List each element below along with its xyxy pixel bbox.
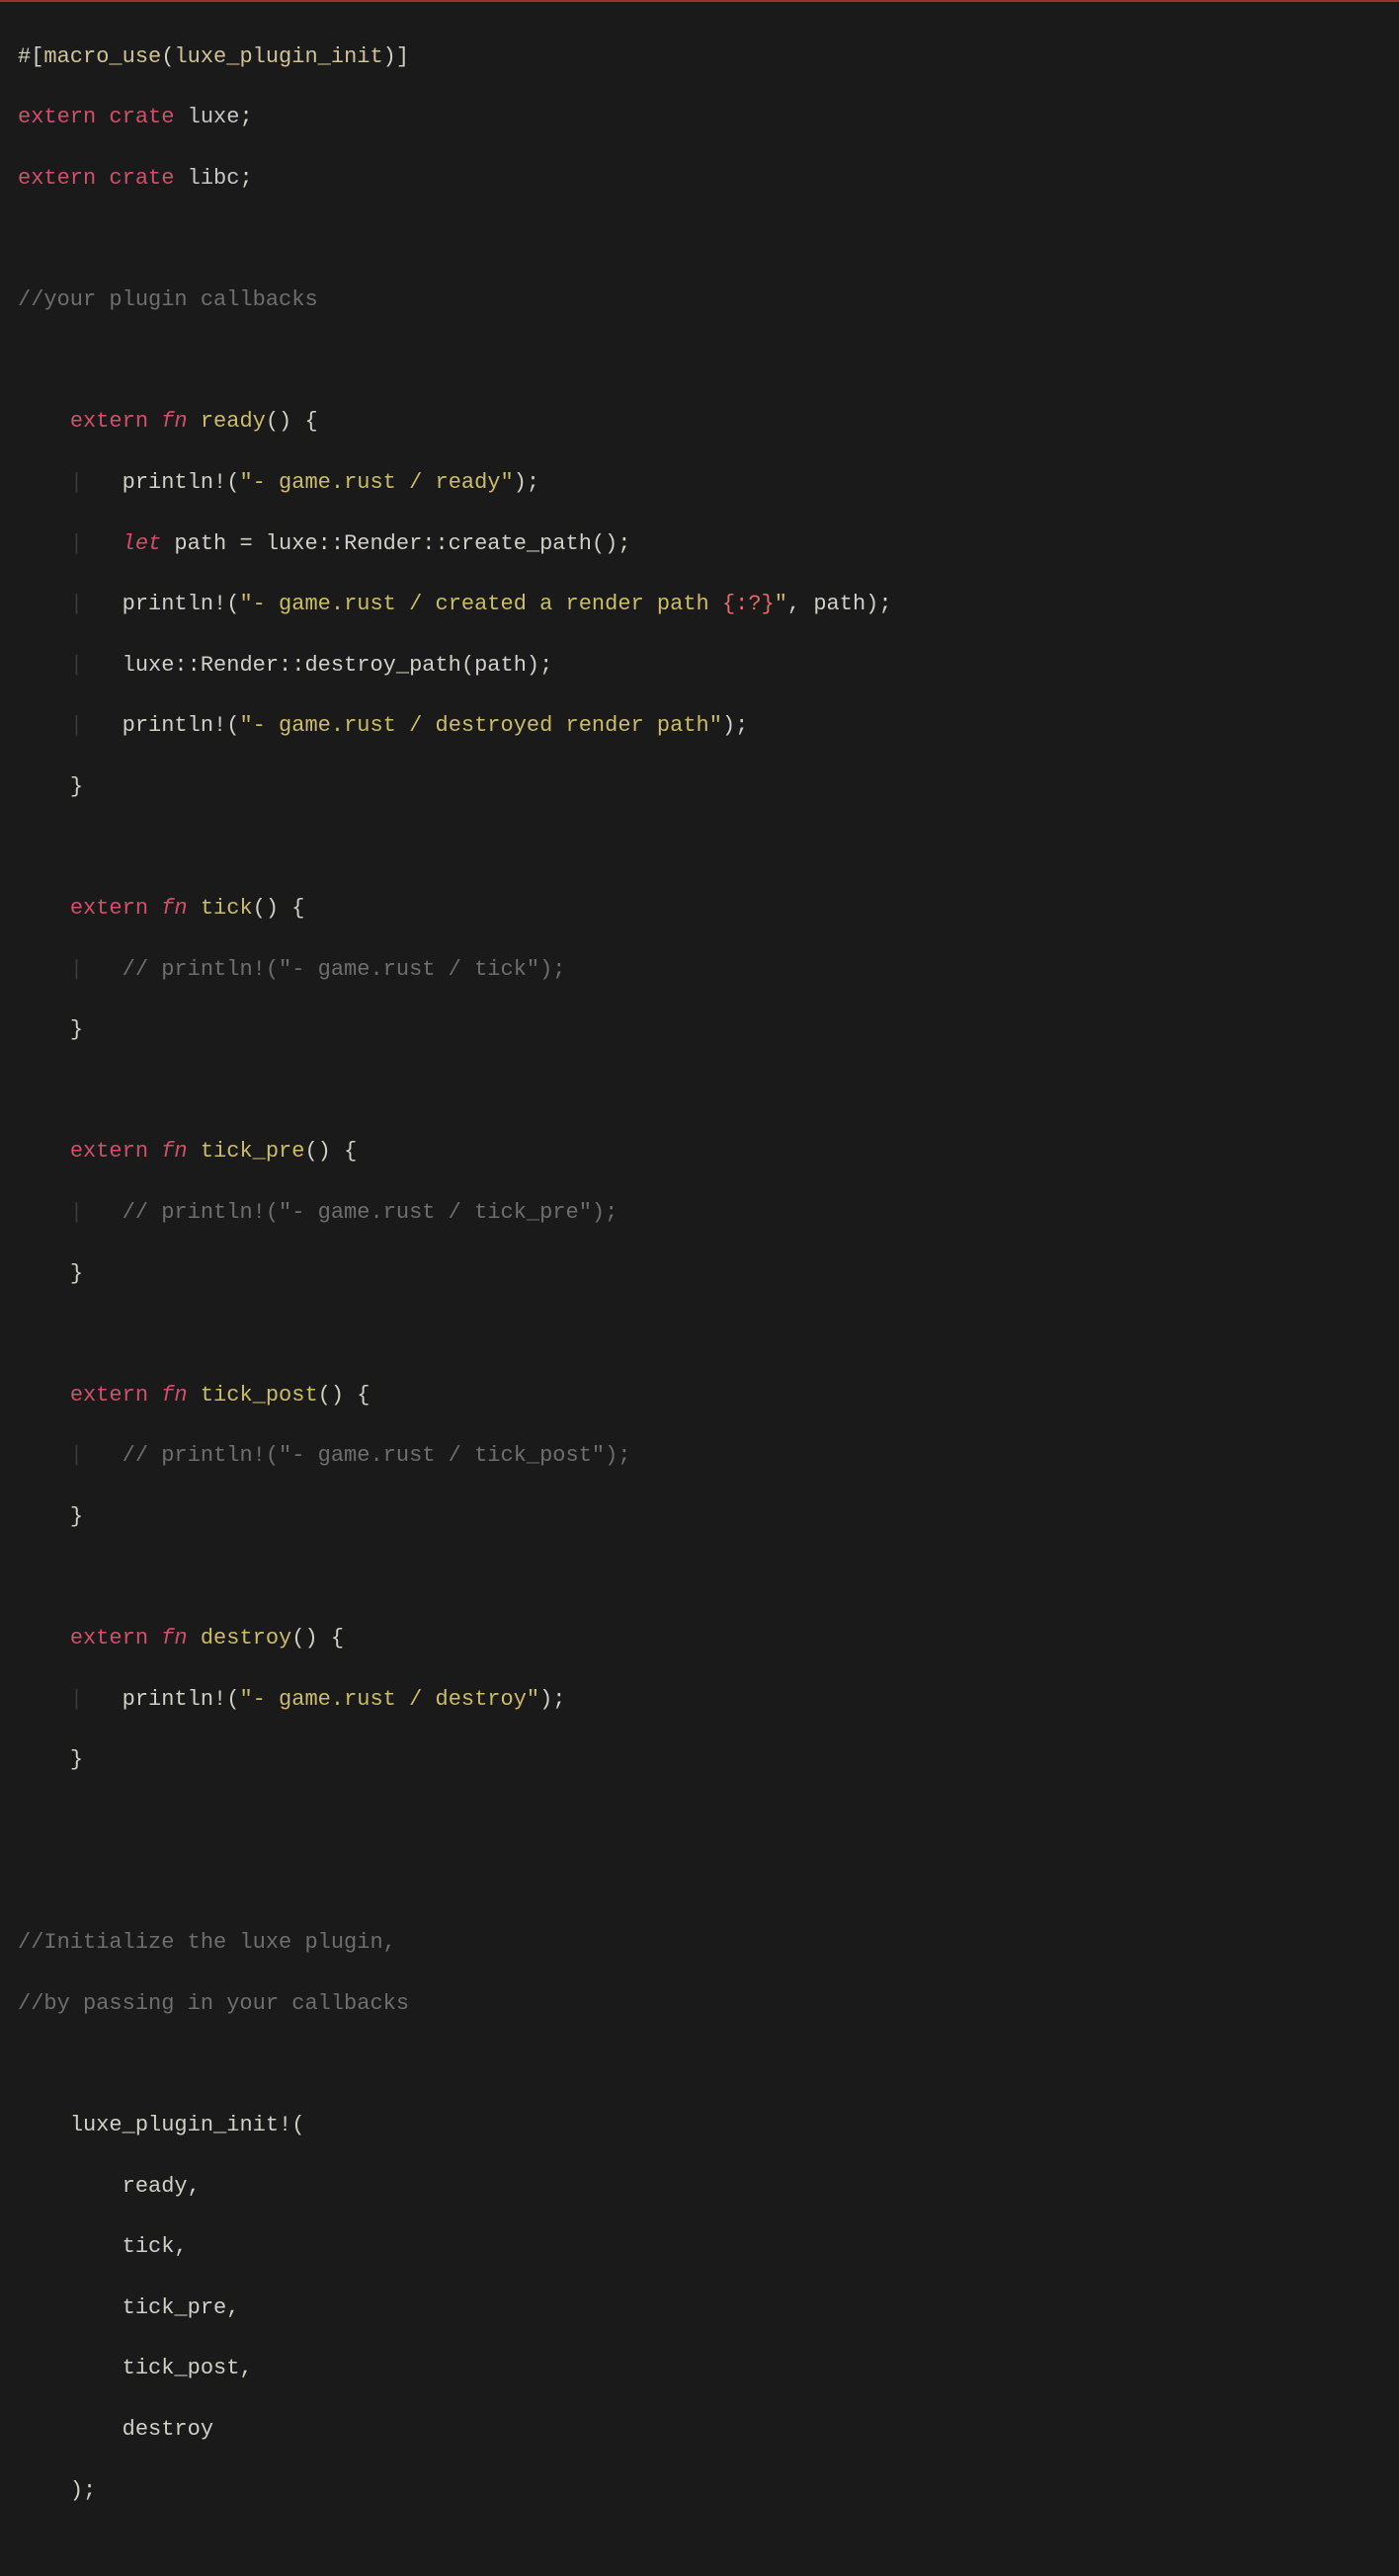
code-line: luxe_plugin_init!( xyxy=(18,2111,1399,2141)
indent-guide: | xyxy=(70,713,123,738)
code-line: | luxe::Render::destroy_path(path); xyxy=(18,651,1399,682)
indent-guide: | xyxy=(70,592,123,616)
code-line: extern fn tick_pre() { xyxy=(18,1137,1399,1167)
code-line: | // println!("- game.rust / tick"); xyxy=(18,955,1399,986)
code-line: extern fn ready() { xyxy=(18,407,1399,438)
code-line: extern fn destroy() { xyxy=(18,1624,1399,1654)
blank-line xyxy=(18,1868,1399,1898)
indent-guide: | xyxy=(70,531,123,556)
fn-name-destroy: destroy xyxy=(201,1626,291,1650)
indent-guide: | xyxy=(70,1200,123,1225)
code-line: } xyxy=(18,1015,1399,1046)
code-line: tick_pre, xyxy=(18,2294,1399,2324)
comment-line: //your plugin callbacks xyxy=(18,285,1399,316)
code-line: extern fn tick_post() { xyxy=(18,1381,1399,1411)
code-line: } xyxy=(18,1745,1399,1776)
code-line: | println!("- game.rust / destroyed rend… xyxy=(18,711,1399,742)
attr-open: #[ xyxy=(18,44,43,69)
attr-arg: luxe_plugin_init xyxy=(174,44,382,69)
blank-line xyxy=(18,2050,1399,2080)
code-line: | println!("- game.rust / ready"); xyxy=(18,468,1399,499)
fn-name-tick-pre: tick_pre xyxy=(201,1139,305,1164)
code-line: | // println!("- game.rust / tick_pre"); xyxy=(18,1198,1399,1229)
code-line: ); xyxy=(18,2476,1399,2507)
blank-line xyxy=(18,347,1399,377)
fn-name-tick-post: tick_post xyxy=(201,1383,318,1408)
code-line: | // println!("- game.rust / tick_post")… xyxy=(18,1441,1399,1472)
code-line: extern crate luxe; xyxy=(18,103,1399,133)
blank-line xyxy=(18,1564,1399,1594)
code-line: extern fn tick() { xyxy=(18,894,1399,925)
macro-call: luxe_plugin_init!( xyxy=(70,2113,305,2137)
code-line: | println!("- game.rust / destroy"); xyxy=(18,1685,1399,1716)
indent-guide: | xyxy=(70,653,123,678)
code-line: ready, xyxy=(18,2172,1399,2203)
fn-name-tick: tick xyxy=(201,896,253,921)
code-line: extern crate libc; xyxy=(18,164,1399,195)
code-line: | println!("- game.rust / created a rend… xyxy=(18,590,1399,620)
code-editor[interactable]: #[macro_use(luxe_plugin_init)] extern cr… xyxy=(0,0,1399,2576)
indent-guide: | xyxy=(70,1687,123,1712)
blank-line xyxy=(18,1807,1399,1837)
comment-line: //Initialize the luxe plugin, xyxy=(18,1928,1399,1959)
blank-line xyxy=(18,225,1399,256)
blank-line xyxy=(18,1077,1399,1107)
code-line: tick, xyxy=(18,2232,1399,2263)
fn-name-ready: ready xyxy=(201,409,266,434)
attr-macro: macro_use xyxy=(43,44,161,69)
blank-line xyxy=(18,834,1399,864)
code-line: } xyxy=(18,772,1399,803)
comment-line: //by passing in your callbacks xyxy=(18,1989,1399,2020)
code-line: | let path = luxe::Render::create_path()… xyxy=(18,529,1399,560)
code-line: destroy xyxy=(18,2415,1399,2446)
indent-guide: | xyxy=(70,470,123,495)
blank-line xyxy=(18,1320,1399,1350)
code-line: } xyxy=(18,1259,1399,1290)
code-line: #[macro_use(luxe_plugin_init)] xyxy=(18,42,1399,73)
indent-guide: | xyxy=(70,1443,123,1468)
code-line: tick_post, xyxy=(18,2354,1399,2384)
indent-guide: | xyxy=(70,957,123,982)
code-line: } xyxy=(18,1502,1399,1533)
